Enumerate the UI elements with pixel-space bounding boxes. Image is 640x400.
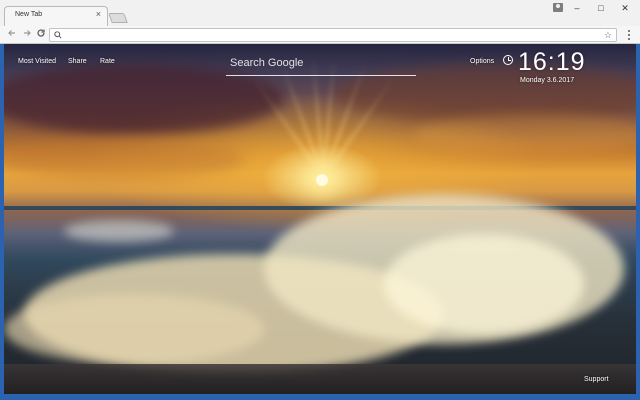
tab-new-tab[interactable]: New Tab ×	[4, 6, 108, 26]
most-visited-link[interactable]: Most Visited	[18, 58, 56, 65]
reload-icon[interactable]	[35, 28, 47, 42]
cloud	[414, 114, 636, 154]
new-tab-button[interactable]	[108, 13, 128, 23]
tab-close-icon[interactable]: ×	[96, 10, 101, 19]
options-link[interactable]: Options	[470, 58, 494, 65]
profile-icon[interactable]	[553, 3, 563, 12]
menu-icon[interactable]	[624, 28, 634, 42]
share-link[interactable]: Share	[68, 58, 87, 65]
support-link[interactable]: Support	[584, 376, 609, 383]
minimize-button[interactable]: –	[570, 2, 584, 14]
wave-spray	[64, 220, 174, 242]
search-input[interactable]	[226, 52, 416, 74]
sun	[316, 174, 328, 186]
maximize-button[interactable]: □	[594, 2, 608, 14]
clock-time: 16:19	[518, 48, 586, 76]
forward-arrow-icon[interactable]	[21, 28, 33, 42]
search-icon	[54, 31, 62, 39]
star-icon[interactable]: ☆	[604, 29, 612, 41]
address-input[interactable]	[66, 29, 596, 41]
clock-date: Monday 3.6.2017	[520, 77, 575, 84]
address-bar[interactable]: ☆	[49, 28, 617, 42]
tab-title: New Tab	[15, 11, 43, 18]
clock-icon[interactable]	[503, 55, 513, 65]
cloud	[4, 139, 244, 179]
google-search-box	[226, 52, 416, 76]
new-tab-page: Most Visited Share Rate Options 16:19 Mo…	[4, 44, 636, 394]
back-arrow-icon[interactable]	[6, 28, 18, 42]
browser-toolbar: ☆	[0, 26, 640, 44]
close-window-button[interactable]: ✕	[618, 2, 632, 14]
browser-window: New Tab × – □ ✕ ☆ Most Visited Share Rat…	[0, 0, 640, 400]
rate-link[interactable]: Rate	[100, 58, 115, 65]
foreground-water	[4, 364, 636, 394]
wave-spray	[384, 234, 584, 334]
title-bar: New Tab × – □ ✕	[0, 0, 640, 26]
